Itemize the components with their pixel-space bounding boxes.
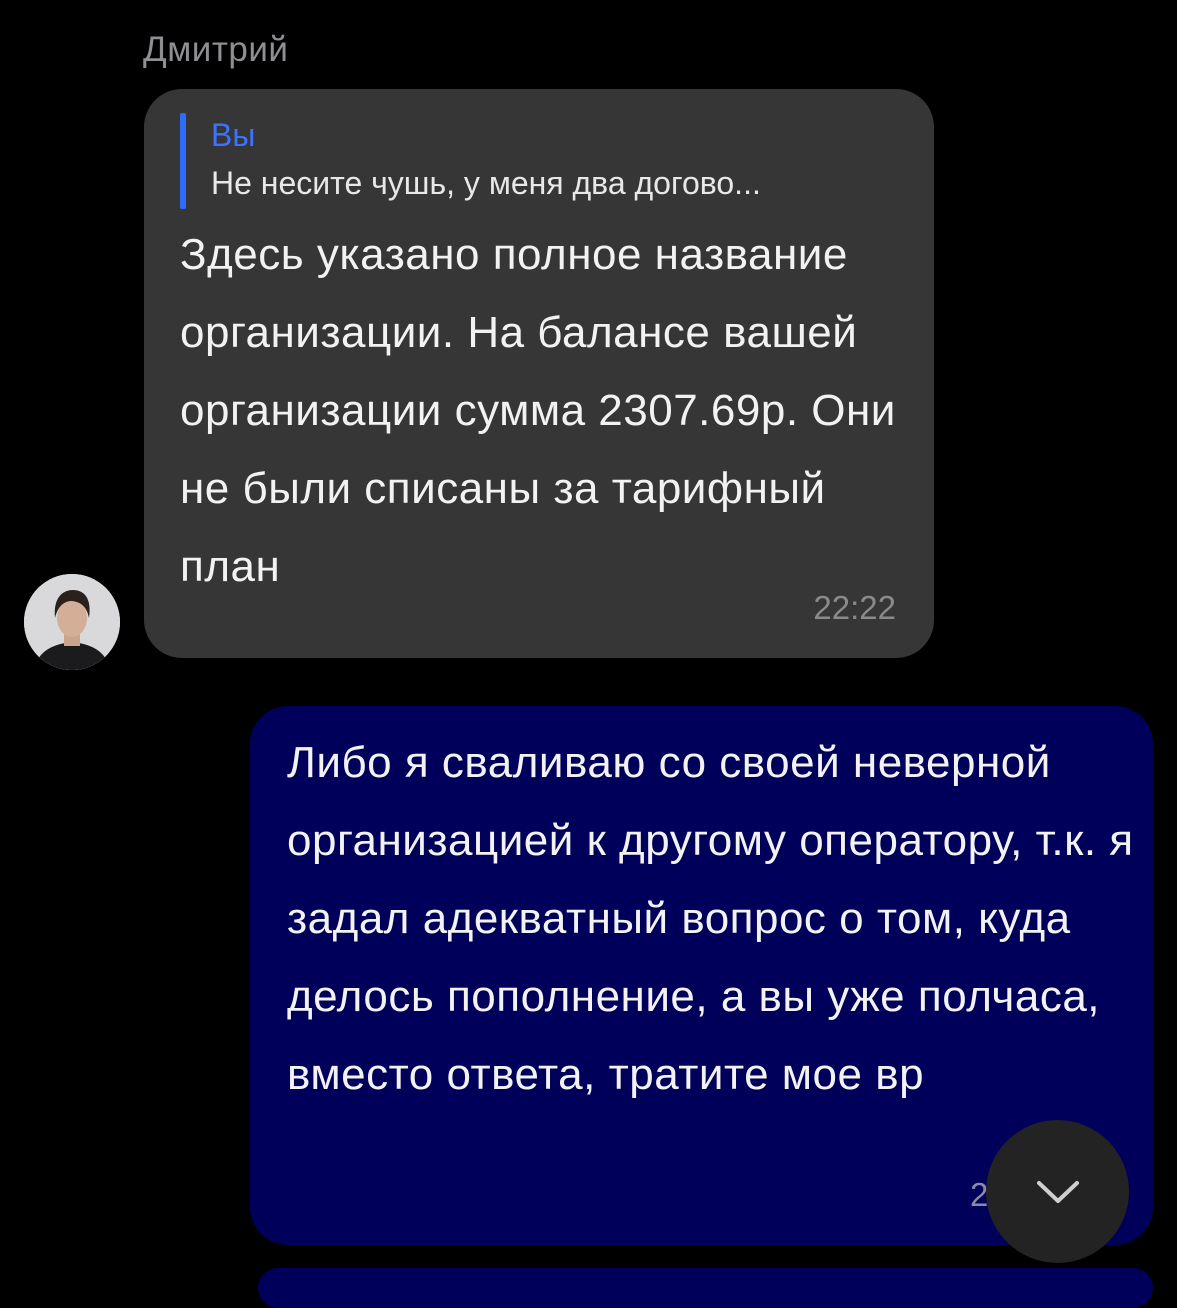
reply-snippet: Не несите чушь, у меня два догово... xyxy=(211,165,761,201)
sender-name[interactable]: Дмитрий xyxy=(143,30,288,70)
sender-avatar[interactable] xyxy=(24,574,120,670)
chevron-down-icon xyxy=(1036,1180,1079,1203)
avatar-photo-icon xyxy=(24,574,120,670)
reply-accent-bar xyxy=(180,113,186,209)
reply-author: Вы xyxy=(211,117,256,153)
incoming-message-bubble[interactable]: Вы Не несите чушь, у меня два догово... … xyxy=(144,89,934,658)
next-outgoing-message-bubble[interactable] xyxy=(258,1268,1153,1308)
outgoing-message-text: Либо я сваливаю со своей неверной органи… xyxy=(287,738,1134,1099)
incoming-message-text: Здесь указано полное название организаци… xyxy=(180,230,896,591)
reply-quote[interactable]: Вы Не несите чушь, у меня два догово... xyxy=(180,113,900,209)
incoming-message-time: 22:22 xyxy=(813,589,896,626)
scroll-down-button[interactable] xyxy=(986,1120,1129,1263)
